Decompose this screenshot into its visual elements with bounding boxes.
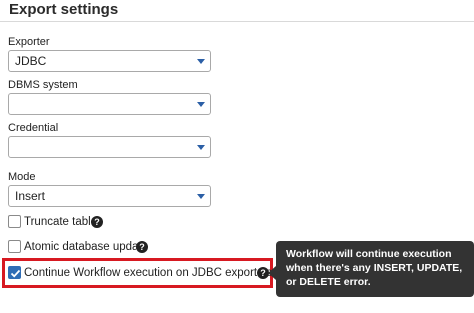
mode-value: Insert	[15, 189, 46, 203]
panel-title: Export settings	[9, 1, 119, 18]
mode-select[interactable]: Insert	[8, 185, 211, 207]
mode-label: Mode	[8, 171, 36, 183]
exporter-value: JDBC	[15, 54, 47, 68]
dbms-label: DBMS system	[8, 79, 78, 91]
continue-on-error-option[interactable]: Continue Workflow execution on JDBC expo…	[8, 265, 290, 281]
atomic-update-label: Atomic database update	[24, 241, 149, 253]
check-icon	[10, 269, 21, 278]
chevron-down-icon	[197, 59, 205, 64]
credential-select[interactable]	[8, 136, 211, 158]
dbms-select[interactable]	[8, 93, 211, 115]
help-icon[interactable]: ?	[91, 216, 103, 228]
chevron-down-icon	[197, 194, 205, 199]
tooltip: Workflow will continue execution when th…	[276, 241, 474, 297]
truncate-table-checkbox[interactable]	[8, 215, 21, 228]
truncate-table-label: Truncate table	[24, 216, 98, 228]
tooltip-text: Workflow will continue execution when th…	[286, 248, 463, 288]
panel-header: Export settings	[0, 0, 474, 22]
exporter-label: Exporter	[8, 36, 50, 48]
credential-label: Credential	[8, 122, 59, 134]
continue-on-error-checkbox[interactable]	[8, 266, 21, 279]
chevron-down-icon	[197, 145, 205, 150]
exporter-select[interactable]: JDBC	[8, 50, 211, 72]
help-icon[interactable]: ?	[136, 241, 148, 253]
atomic-update-checkbox[interactable]	[8, 240, 21, 253]
continue-on-error-label: Continue Workflow execution on JDBC expo…	[24, 267, 291, 279]
tooltip-arrow	[268, 266, 276, 280]
atomic-update-option[interactable]: Atomic database update	[8, 239, 148, 255]
chevron-down-icon	[197, 102, 205, 107]
